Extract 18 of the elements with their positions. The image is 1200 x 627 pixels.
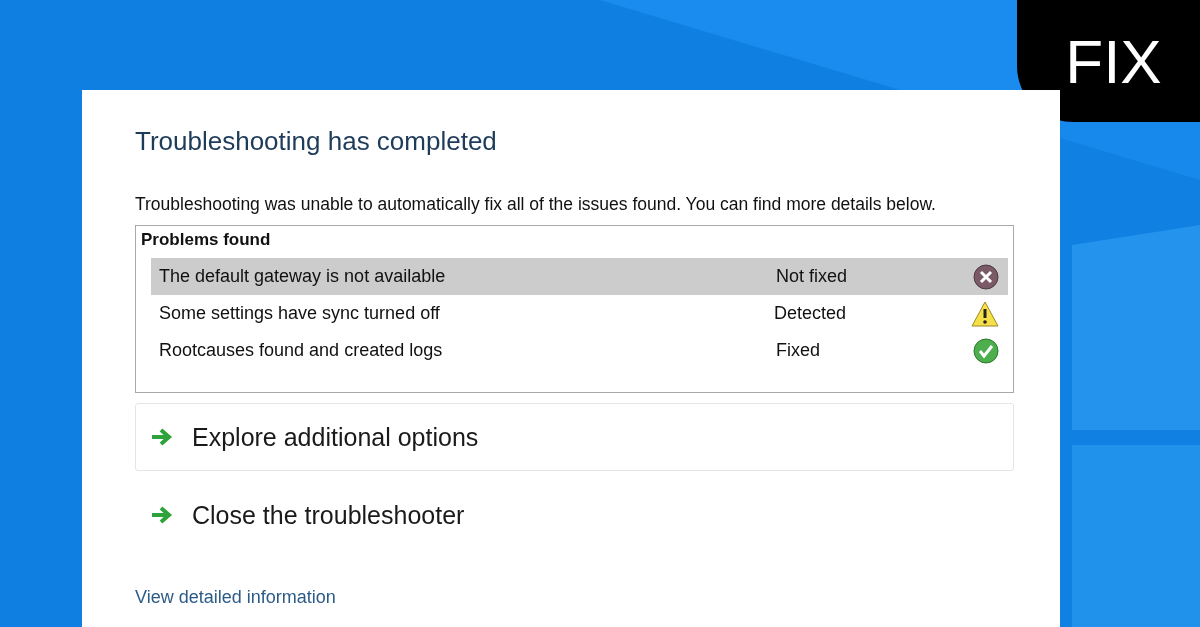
problem-text: Rootcauses found and created logs (159, 340, 444, 361)
problem-row[interactable]: The default gateway is not available Not fixed (151, 258, 1008, 295)
option-link[interactable]: Close the troubleshooter (135, 481, 1014, 549)
status-text: Fixed (776, 340, 821, 361)
option-text: Close the troubleshooter (192, 500, 465, 530)
details-link[interactable]: View detailed information (135, 587, 1014, 608)
fix-badge: FIX (1017, 0, 1200, 122)
problem-row[interactable]: Rootcauses found and created logs Fixed (151, 332, 1008, 369)
option-text: Explore additional options (192, 422, 479, 452)
dialog-title: Troubleshooting has completed (135, 126, 498, 157)
dialog-message: Troubleshooting was unable to automatically fix all of the issues found. You can find more details below. (135, 193, 937, 216)
problem-text: Some settings have sync turned off (159, 303, 441, 324)
problems-heading: Problems found (141, 230, 272, 250)
problem-text: The default gateway is not available (159, 266, 447, 287)
problem-row[interactable]: Some settings have sync turned off Detected (151, 295, 1008, 332)
status-text: Not fixed (776, 266, 849, 287)
option-link[interactable]: Explore additional options (135, 403, 1014, 471)
status-text: Detected (774, 303, 848, 324)
